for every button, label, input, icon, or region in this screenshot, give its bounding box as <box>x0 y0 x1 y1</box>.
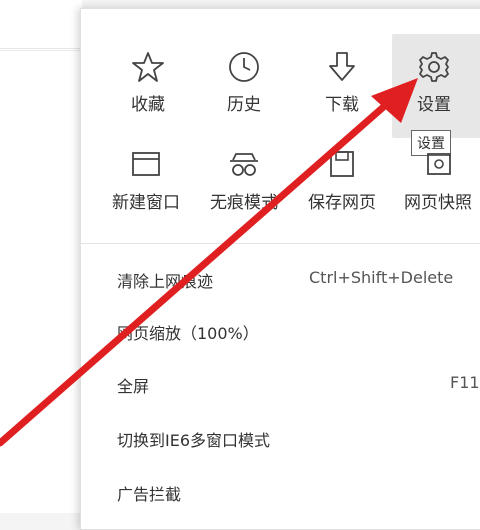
menu-item-ad-block[interactable]: 广告拦截 <box>117 481 181 505</box>
download-arrow-icon <box>329 52 355 81</box>
snapshot-icon <box>427 153 451 175</box>
menu-item-label: 网页缩放（100%） <box>117 324 259 343</box>
address-bar-border-lower <box>0 50 82 51</box>
menu-item-label: 全屏 <box>117 377 150 396</box>
gear-icon <box>419 52 449 82</box>
new-window-label: 新建窗口 <box>112 193 180 213</box>
clock-icon <box>229 52 259 82</box>
menu-item-label: 清除上网痕迹 <box>117 272 214 291</box>
save-page-button[interactable]: 保存网页 <box>294 150 390 213</box>
new-window-icon <box>132 152 160 176</box>
settings-label: 设置 <box>417 95 451 115</box>
shortcut-text: Ctrl+Shift+Delete <box>309 268 454 287</box>
history-label: 历史 <box>227 95 261 115</box>
menu-item-label: 广告拦截 <box>117 485 182 504</box>
favorites-button[interactable]: 收藏 <box>100 50 196 115</box>
settings-button[interactable]: 设置 <box>386 34 480 138</box>
incognito-button[interactable]: 无痕模式 <box>196 150 292 213</box>
downloads-button[interactable]: 下载 <box>294 50 390 115</box>
background-page <box>0 0 82 513</box>
snapshot-label: 网页快照 <box>404 193 472 213</box>
menu-item-zoom[interactable]: 网页缩放（100%） <box>117 320 259 344</box>
downloads-label: 下载 <box>325 95 359 115</box>
history-button[interactable]: 历史 <box>196 50 292 115</box>
menu-divider <box>80 243 480 244</box>
favorites-label: 收藏 <box>131 95 165 115</box>
address-bar-border <box>0 48 82 49</box>
menu-item-clear-traces[interactable]: 清除上网痕迹 Ctrl+Shift+Delete <box>117 268 453 292</box>
incognito-label: 无痕模式 <box>210 193 278 213</box>
star-icon <box>132 52 164 82</box>
save-page-label: 保存网页 <box>308 193 376 213</box>
shortcut-text: F11 <box>450 373 480 392</box>
save-page-icon <box>330 151 354 177</box>
menu-item-label: 切换到IE6多窗口模式 <box>117 431 271 450</box>
new-window-button[interactable]: 新建窗口 <box>98 150 194 213</box>
menu-item-ie6-mode[interactable]: 切换到IE6多窗口模式 <box>117 427 270 451</box>
snapshot-button[interactable]: 网页快照 <box>390 150 480 213</box>
incognito-glasses-icon <box>230 153 258 176</box>
menu-item-fullscreen[interactable]: 全屏 F11 <box>117 373 480 397</box>
